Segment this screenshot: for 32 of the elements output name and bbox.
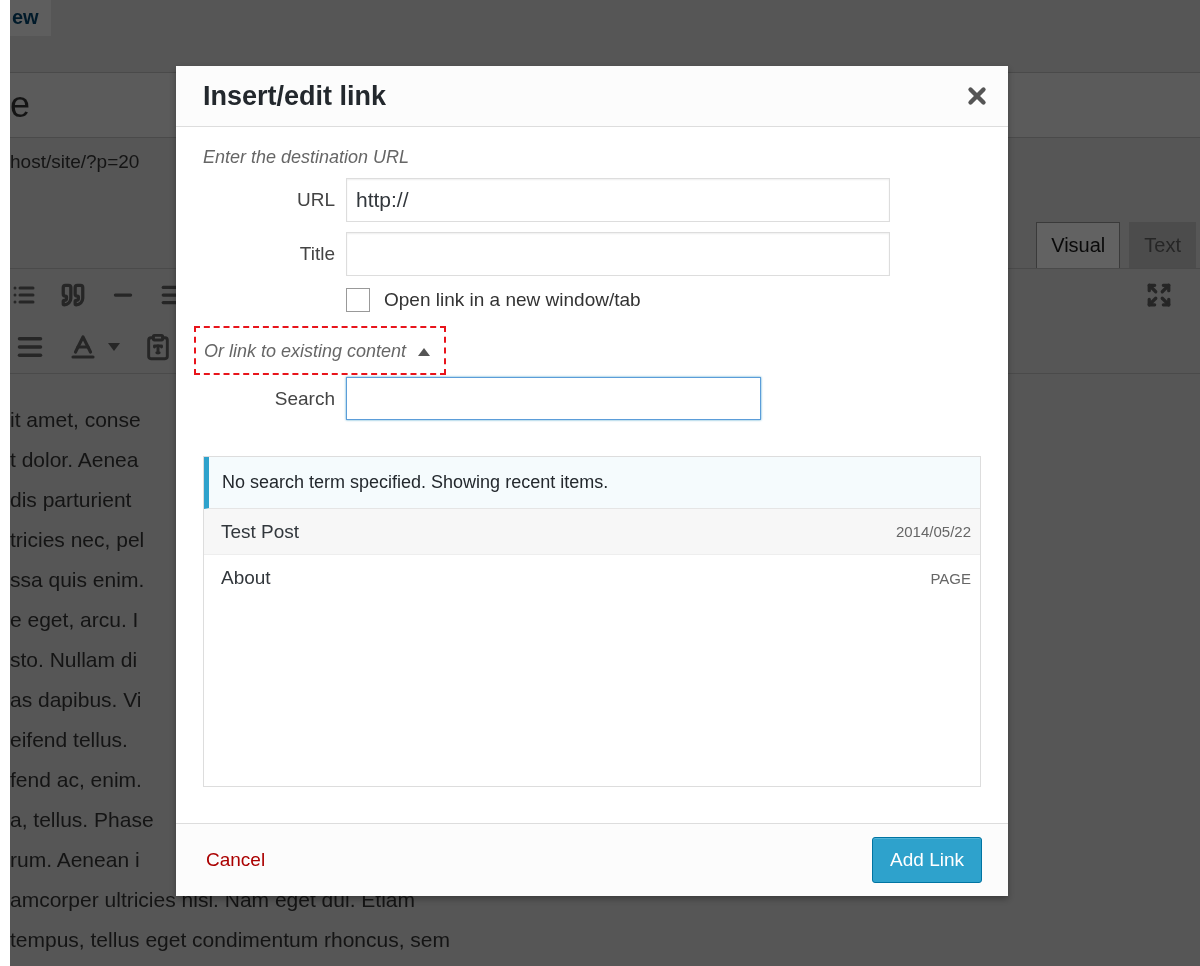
body-text-line: t dolor. Aenea [10, 447, 139, 473]
paste-text-icon[interactable] [144, 333, 172, 361]
permalink-text: host/site/?p=20 [10, 151, 140, 173]
text-input-field[interactable] [346, 232, 890, 276]
body-text-line: fend ac, enim. [10, 767, 142, 793]
quote-icon[interactable] [60, 282, 86, 308]
body-text-line: dis parturient [10, 487, 132, 513]
dialog-title: Insert/edit link [203, 80, 387, 112]
results-notice: No search term specified. Showing recent items. [204, 457, 980, 509]
cancel-link[interactable]: Cancel [206, 849, 266, 871]
body-text-line: as dapibus. Vi [10, 687, 142, 713]
fullscreen-icon[interactable] [1146, 282, 1172, 308]
body-text-line: it amet, conse [10, 407, 141, 433]
body-text-line: sto. Nullam di [10, 647, 138, 673]
search-field[interactable] [346, 377, 761, 420]
body-text-line: tempus, tellus eget condimentum rhoncus, sem [10, 927, 451, 953]
result-item[interactable]: Test Post 2014/05/22 [204, 509, 980, 555]
instruction-text: Enter the destination URL [203, 147, 411, 168]
field-label: Title [298, 243, 335, 265]
existing-content-toggle[interactable]: Or link to existing content [194, 326, 447, 375]
body-text-line: rum. Aenean i [10, 847, 140, 873]
body-text-line: e eget, arcu. I [10, 607, 139, 633]
caret-icon[interactable] [108, 343, 120, 351]
body-text-line: ssa quis enim. [10, 567, 145, 593]
checkbox[interactable] [346, 288, 370, 312]
body-text-line: a, tellus. Phase [10, 807, 154, 833]
body-text-line: eifend tellus. [10, 727, 128, 753]
text-input-field[interactable]: http:// [346, 178, 890, 222]
field-label: URL [296, 189, 335, 211]
body-text-line: tricies nec, pel [10, 527, 145, 553]
checkbox-label[interactable]: Open link in a new window/tab [384, 289, 641, 311]
field-label: Search [273, 387, 335, 410]
